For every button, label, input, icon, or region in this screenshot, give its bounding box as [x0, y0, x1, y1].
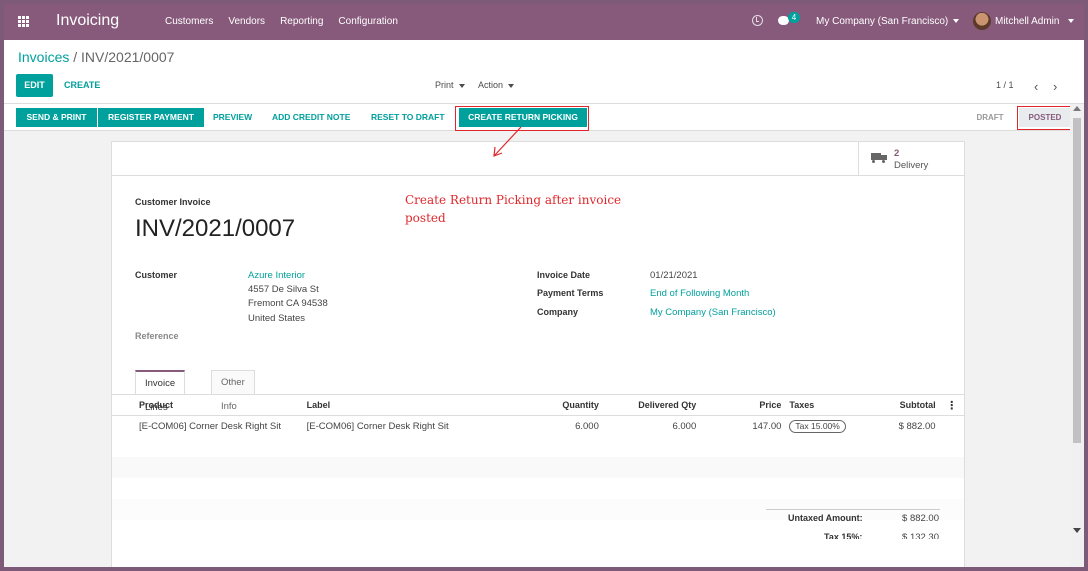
company-name: My Company (San Francisco): [816, 16, 949, 27]
table-row[interactable]: [E-COM06] Corner Desk Right Sit [E-COM06…: [112, 416, 964, 437]
pager-previous-icon[interactable]: ‹: [1034, 79, 1038, 94]
action-label: Action: [478, 80, 504, 90]
edit-button[interactable]: EDIT: [16, 74, 53, 97]
create-button[interactable]: CREATE: [64, 80, 100, 90]
chevron-down-icon: [508, 83, 515, 88]
customer-link[interactable]: Azure Interior: [248, 270, 305, 281]
activity-clock-icon[interactable]: [752, 15, 763, 26]
tax-value: $ 132.30: [902, 532, 939, 539]
col-taxes[interactable]: Taxes: [785, 394, 879, 416]
address-line-3: United States: [248, 313, 306, 324]
annotation-text: Create Return Picking after invoice post…: [405, 193, 622, 225]
company-switcher[interactable]: My Company (San Francisco): [816, 16, 960, 27]
delivery-count: 2: [894, 148, 900, 159]
reset-to-draft-button[interactable]: RESET TO DRAFT: [371, 108, 445, 127]
cell-label[interactable]: [E-COM06] Corner Desk Right Sit: [303, 416, 519, 437]
avatar: [973, 12, 991, 30]
register-payment-button[interactable]: REGISTER PAYMENT: [98, 108, 204, 127]
invoice-number: INV/2021/0007: [135, 215, 296, 242]
cell-product[interactable]: [E-COM06] Corner Desk Right Sit: [112, 416, 303, 437]
user-name: Mitchell Admin: [995, 15, 1060, 27]
cell-empty: [940, 416, 964, 437]
address-line-2: Fremont CA 94538: [248, 298, 328, 309]
form-view: 2 Delivery Customer Invoice INV/2021/000…: [4, 132, 1070, 567]
add-credit-note-button[interactable]: ADD CREDIT NOTE: [272, 108, 350, 127]
user-menu[interactable]: Mitchell Admin: [973, 12, 1075, 30]
scrollbar[interactable]: [1070, 104, 1084, 567]
send-print-button[interactable]: SEND & PRINT: [16, 108, 97, 127]
untaxed-amount-value: $ 882.00: [902, 513, 939, 524]
print-dropdown[interactable]: Print: [435, 80, 465, 90]
statusbar: SEND & PRINT REGISTER PAYMENT PREVIEW AD…: [4, 104, 1084, 131]
scroll-up-icon[interactable]: [1073, 106, 1081, 111]
company-link[interactable]: My Company (San Francisco): [650, 307, 776, 318]
scroll-thumb[interactable]: [1073, 118, 1081, 443]
breadcrumb-separator: /: [73, 49, 78, 65]
truck-icon: [871, 153, 887, 163]
stage-draft[interactable]: DRAFT: [965, 108, 1015, 127]
highlight-box-return-picking: [455, 106, 589, 131]
company-label: Company: [537, 307, 579, 317]
top-navbar: Invoicing Customers Vendors Reporting Co…: [4, 4, 1084, 40]
smart-button-box: 2 Delivery: [112, 142, 964, 176]
cell-quantity[interactable]: 6.000: [519, 416, 603, 437]
pager-next-icon[interactable]: ›: [1053, 79, 1057, 94]
cell-delivered-qty[interactable]: 6.000: [603, 416, 700, 437]
empty-line-row: [112, 457, 964, 478]
action-dropdown[interactable]: Action: [478, 80, 515, 90]
col-product[interactable]: Product: [112, 394, 303, 416]
col-price[interactable]: Price: [700, 394, 786, 416]
cell-price[interactable]: 147.00: [700, 416, 785, 437]
chat-badge: 4: [788, 12, 800, 23]
preview-button[interactable]: PREVIEW: [213, 108, 252, 127]
menu-configuration[interactable]: Configuration: [338, 16, 397, 27]
reference-label: Reference: [135, 331, 179, 341]
app-title[interactable]: Invoicing: [56, 12, 119, 30]
pager-value[interactable]: 1 / 1: [996, 80, 1014, 90]
col-quantity[interactable]: Quantity: [518, 394, 603, 416]
scroll-down-icon[interactable]: [1073, 528, 1081, 533]
control-panel: Invoices / INV/2021/0007 EDIT CREATE Pri…: [4, 40, 1084, 104]
tax-tag: Tax 15.00%: [789, 419, 846, 433]
main-menu: Customers Vendors Reporting Configuratio…: [165, 16, 398, 27]
menu-customers[interactable]: Customers: [165, 16, 213, 27]
address-line-1: 4557 De Silva St: [248, 284, 319, 295]
chevron-down-icon: [1068, 19, 1075, 23]
menu-vendors[interactable]: Vendors: [228, 16, 265, 27]
customer-label: Customer: [135, 270, 178, 280]
col-subtotal[interactable]: Subtotal: [878, 394, 940, 416]
chevron-down-icon: [953, 19, 960, 24]
cell-subtotal[interactable]: $ 882.00: [879, 416, 940, 437]
totals-block: [766, 509, 940, 510]
payment-terms-link[interactable]: End of Following Month: [650, 288, 749, 299]
tab-other-info[interactable]: Other Info: [211, 370, 255, 412]
untaxed-amount-label: Untaxed Amount:: [788, 513, 863, 523]
menu-reporting[interactable]: Reporting: [280, 16, 323, 27]
breadcrumb: Invoices / INV/2021/0007: [18, 49, 174, 65]
tax-label: Tax 15%:: [824, 532, 863, 539]
highlight-box-posted: [1017, 106, 1073, 130]
invoice-lines-table: Product Label Quantity Delivered Qty Pri…: [112, 394, 964, 437]
document-type: Customer Invoice: [135, 197, 211, 207]
delivery-label: Delivery: [894, 160, 929, 171]
apps-grid-icon[interactable]: [18, 16, 30, 27]
table-header-row: Product Label Quantity Delivered Qty Pri…: [112, 394, 964, 416]
print-label: Print: [435, 80, 454, 90]
delivery-smart-button[interactable]: 2 Delivery: [858, 142, 964, 176]
col-delivered-qty[interactable]: Delivered Qty: [602, 394, 701, 416]
column-options-icon[interactable]: ⋮: [939, 394, 964, 416]
cell-taxes[interactable]: Tax 15.00%: [785, 416, 878, 437]
breadcrumb-current: INV/2021/0007: [81, 49, 175, 65]
breadcrumb-invoices[interactable]: Invoices: [18, 49, 69, 65]
invoice-date-value: 01/21/2021: [650, 270, 698, 281]
chevron-down-icon: [458, 83, 465, 88]
invoice-date-label: Invoice Date: [537, 270, 591, 280]
tab-invoice-lines[interactable]: Invoice Lines: [135, 370, 186, 413]
app-window: Invoicing Customers Vendors Reporting Co…: [4, 4, 1084, 567]
payment-terms-label: Payment Terms: [537, 288, 604, 298]
col-label[interactable]: Label: [302, 394, 519, 416]
invoice-sheet: 2 Delivery Customer Invoice INV/2021/000…: [111, 141, 965, 567]
